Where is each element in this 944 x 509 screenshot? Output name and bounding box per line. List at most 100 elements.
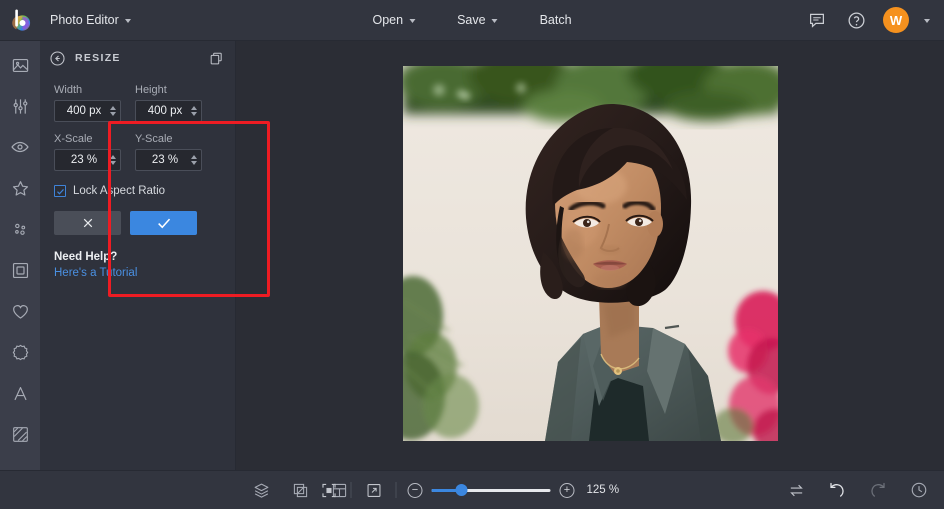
stepper-down-icon[interactable] bbox=[109, 112, 116, 116]
batch-label: Batch bbox=[539, 13, 572, 27]
chevron-down-icon bbox=[124, 19, 131, 23]
apply-button[interactable] bbox=[130, 211, 197, 235]
square-frame-icon bbox=[12, 262, 28, 278]
sidebar-item-text[interactable] bbox=[6, 379, 34, 407]
expand-fullscreen-icon[interactable] bbox=[363, 479, 385, 501]
cancel-button[interactable] bbox=[54, 211, 121, 235]
scale-row: X-Scale 23 % Y-Scale 23 % bbox=[54, 133, 223, 171]
x-scale-field-group: X-Scale 23 % bbox=[54, 133, 121, 171]
divider bbox=[395, 482, 397, 498]
y-scale-stepper[interactable] bbox=[189, 155, 198, 165]
star-icon bbox=[12, 180, 28, 196]
sidebar-item-retouch[interactable] bbox=[6, 133, 34, 161]
badge-icon bbox=[12, 344, 28, 360]
fit-to-screen-icon[interactable] bbox=[318, 479, 340, 501]
zoom-level-value: 125 % bbox=[586, 484, 620, 496]
heart-icon bbox=[12, 304, 28, 319]
open-menu-button[interactable]: Open bbox=[362, 7, 425, 33]
stepper-down-icon[interactable] bbox=[190, 112, 197, 116]
portrait-photo bbox=[402, 66, 778, 441]
brand-menu-button[interactable]: Photo Editor bbox=[41, 7, 140, 33]
save-menu-button[interactable]: Save bbox=[447, 7, 508, 33]
zoom-in-button[interactable]: + bbox=[559, 482, 575, 498]
y-scale-input[interactable]: 23 % bbox=[135, 149, 202, 171]
tutorial-link[interactable]: Here's a Tutorial bbox=[54, 267, 235, 279]
slider-knob[interactable] bbox=[455, 484, 468, 496]
chevron-down-icon bbox=[491, 19, 498, 23]
y-scale-label: Y-Scale bbox=[135, 133, 173, 145]
width-stepper[interactable] bbox=[108, 106, 117, 116]
history-clock-icon[interactable] bbox=[908, 479, 930, 501]
width-input[interactable]: 400 px bbox=[54, 100, 121, 122]
x-scale-stepper[interactable] bbox=[108, 155, 117, 165]
undo-icon[interactable] bbox=[826, 479, 848, 501]
avatar-initial: W bbox=[889, 12, 903, 28]
panel-header: RESIZE bbox=[40, 44, 235, 72]
crop-transform-icon[interactable] bbox=[289, 479, 311, 501]
avatar[interactable]: W bbox=[883, 7, 909, 33]
layers-icon[interactable] bbox=[250, 479, 272, 501]
stepper-down-icon[interactable] bbox=[109, 161, 116, 165]
close-x-icon bbox=[83, 218, 92, 228]
height-stepper[interactable] bbox=[189, 106, 198, 116]
checkmark-icon bbox=[157, 218, 170, 229]
edited-photo[interactable] bbox=[402, 66, 778, 441]
app-logo[interactable] bbox=[0, 0, 41, 41]
chevron-down-icon bbox=[409, 19, 416, 23]
resize-panel: RESIZE Width 400 px Height 400 px X-Scal… bbox=[40, 41, 270, 470]
sidebar-item-effects[interactable] bbox=[6, 174, 34, 202]
stepper-up-icon[interactable] bbox=[190, 155, 197, 159]
back-arrow-icon[interactable] bbox=[46, 47, 68, 69]
chat-icon[interactable] bbox=[805, 8, 829, 32]
sidebar-item-overlays[interactable] bbox=[6, 297, 34, 325]
account-chevron-down-icon[interactable] bbox=[924, 19, 930, 23]
size-row: Width 400 px Height 400 px bbox=[54, 84, 223, 122]
checkbox-box bbox=[54, 185, 66, 197]
y-scale-field-group: Y-Scale 23 % bbox=[135, 133, 202, 171]
photo-editor-app: Photo Editor Open Save Batch W RESIZE Wi… bbox=[0, 0, 944, 509]
x-scale-input[interactable]: 23 % bbox=[54, 149, 121, 171]
minus-icon: − bbox=[411, 483, 419, 496]
sidebar-item-textures[interactable] bbox=[6, 420, 34, 448]
stepper-up-icon[interactable] bbox=[190, 106, 197, 110]
sidebar-item-artsy[interactable] bbox=[6, 215, 34, 243]
stepper-up-icon[interactable] bbox=[109, 155, 116, 159]
stepper-down-icon[interactable] bbox=[190, 161, 197, 165]
bottom-toolbar: − + 125 % bbox=[0, 470, 944, 509]
redo-icon[interactable] bbox=[867, 479, 889, 501]
sidebar-item-edit[interactable] bbox=[6, 51, 34, 79]
height-input[interactable]: 400 px bbox=[135, 100, 202, 122]
checkmark-icon bbox=[56, 188, 64, 195]
height-field-group: Height 400 px bbox=[135, 84, 202, 122]
save-label: Save bbox=[457, 13, 486, 27]
stepper-up-icon[interactable] bbox=[109, 106, 116, 110]
bottom-right-tools bbox=[785, 479, 930, 501]
lock-aspect-ratio-checkbox[interactable]: Lock Aspect Ratio bbox=[54, 185, 223, 197]
height-value: 400 px bbox=[147, 105, 183, 117]
app-body: RESIZE Width 400 px Height 400 px X-Scal… bbox=[0, 41, 944, 470]
top-toolbar: Photo Editor Open Save Batch W bbox=[0, 0, 944, 41]
top-menu-group: Open Save Batch bbox=[362, 7, 581, 33]
zoom-slider[interactable] bbox=[431, 483, 551, 497]
divider bbox=[350, 482, 352, 498]
lock-aspect-ratio-label: Lock Aspect Ratio bbox=[73, 185, 166, 197]
compare-swap-icon[interactable] bbox=[785, 479, 807, 501]
resize-fields: Width 400 px Height 400 px X-Scale 23 % … bbox=[40, 72, 235, 235]
open-label: Open bbox=[372, 13, 404, 27]
text-a-icon bbox=[13, 386, 27, 400]
sidebar-item-frames[interactable] bbox=[6, 256, 34, 284]
zoom-controls: − + 125 % bbox=[318, 479, 627, 501]
sliders-icon bbox=[13, 98, 27, 114]
canvas-area[interactable] bbox=[236, 41, 944, 470]
sidebar-item-graphics[interactable] bbox=[6, 338, 34, 366]
help-icon[interactable] bbox=[844, 8, 868, 32]
x-scale-value: 23 % bbox=[70, 154, 98, 166]
duplicate-icon[interactable] bbox=[206, 48, 226, 68]
batch-button[interactable]: Batch bbox=[530, 7, 582, 33]
eye-icon bbox=[11, 141, 29, 153]
zoom-out-button[interactable]: − bbox=[407, 482, 423, 498]
sidebar-item-adjust[interactable] bbox=[6, 92, 34, 120]
width-value: 400 px bbox=[66, 105, 102, 117]
page-title: RESIZE bbox=[75, 52, 121, 64]
